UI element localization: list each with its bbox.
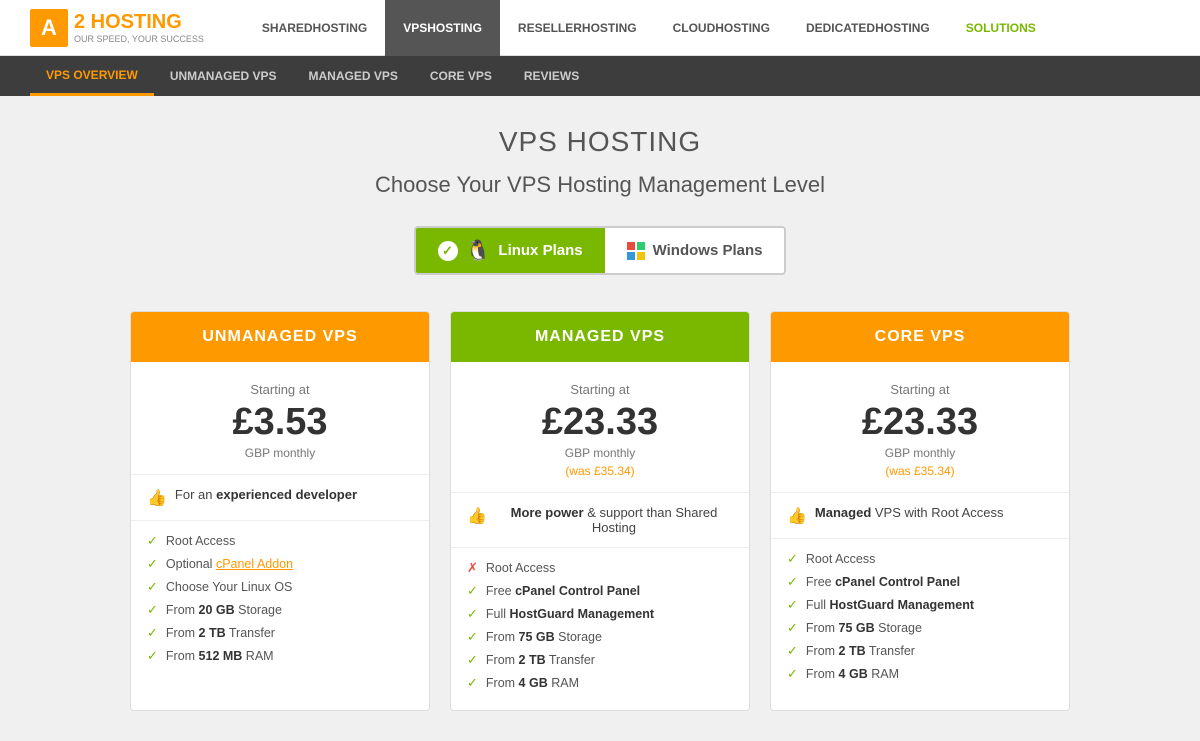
subnav-reviews[interactable]: REVIEWS: [508, 56, 595, 96]
check-icon: ✓: [787, 620, 798, 636]
feature-transfer: ✓ From 2 TB Transfer: [787, 643, 1053, 659]
check-icon: ✓: [467, 652, 478, 668]
sub-navigation: VPS OVERVIEW UNMANAGED VPS MANAGED VPS C…: [0, 56, 1200, 96]
nav-reseller[interactable]: RESELLER HOSTING: [500, 0, 655, 56]
managed-header: MANAGED VPS: [451, 312, 749, 362]
managed-pricing: Starting at £23.33 GBP monthly (was £35.…: [451, 362, 749, 493]
core-price: £23.33: [787, 401, 1053, 444]
core-pricing: Starting at £23.33 GBP monthly (was £35.…: [771, 362, 1069, 493]
subnav-overview[interactable]: VPS OVERVIEW: [30, 56, 154, 96]
managed-highlight: 👍 More power & support than Shared Hosti…: [451, 493, 749, 548]
check-icon: ✓: [787, 551, 798, 567]
check-icon: ✓: [467, 675, 478, 691]
feature-ram: ✓ From 4 GB RAM: [787, 666, 1053, 682]
feature-storage: ✓ From 75 GB Storage: [787, 620, 1053, 636]
feature-transfer: ✓ From 2 TB Transfer: [467, 652, 733, 668]
windows-plans-button[interactable]: Windows Plans: [605, 228, 785, 273]
nav-solutions[interactable]: SOLUTIONS: [948, 0, 1054, 56]
unmanaged-pricing: Starting at £3.53 GBP monthly: [131, 362, 429, 475]
feature-cpanel: ✓ Free cPanel Control Panel: [787, 574, 1053, 590]
check-icon: ✓: [787, 643, 798, 659]
check-icon: ✓: [147, 625, 158, 641]
nav-shared[interactable]: SHARED HOSTING: [244, 0, 385, 56]
feature-root-access: ✗ Root Access: [467, 560, 733, 576]
check-icon: ✓: [147, 556, 158, 572]
managed-price: £23.33: [467, 401, 733, 444]
check-icon: ✓: [787, 574, 798, 590]
managed-was-price: (was £35.34): [467, 464, 733, 478]
logo-icon: A: [30, 9, 68, 47]
check-icon: ✓: [147, 602, 158, 618]
check-icon: ✓: [787, 597, 798, 613]
page-title: VPS HOSTING: [120, 126, 1080, 158]
x-icon: ✗: [467, 560, 478, 576]
core-vps-card: CORE VPS Starting at £23.33 GBP monthly …: [770, 311, 1070, 711]
feature-cpanel: ✓ Optional cPanel Addon: [147, 556, 413, 572]
windows-label: Windows Plans: [653, 242, 763, 259]
starting-at-label: Starting at: [787, 382, 1053, 397]
nav-vps[interactable]: VPS HOSTING: [385, 0, 500, 56]
check-icon: ✓: [147, 579, 158, 595]
brand-tagline: OUR SPEED, YOUR SUCCESS: [74, 34, 204, 44]
managed-features: ✗ Root Access ✓ Free cPanel Control Pane…: [451, 548, 749, 710]
feature-hostguard: ✓ Full HostGuard Management: [467, 606, 733, 622]
feature-linux-os: ✓ Choose Your Linux OS: [147, 579, 413, 595]
nav-cloud[interactable]: CLOUD HOSTING: [655, 0, 788, 56]
feature-transfer: ✓ From 2 TB Transfer: [147, 625, 413, 641]
unmanaged-header: UNMANAGED VPS: [131, 312, 429, 362]
unmanaged-price: £3.53: [147, 401, 413, 444]
brand-name: 2 HOSTING: [74, 11, 204, 34]
check-icon: ✓: [467, 606, 478, 622]
core-was-price: (was £35.34): [787, 464, 1053, 478]
feature-root-access: ✓ Root Access: [787, 551, 1053, 567]
starting-at-label: Starting at: [467, 382, 733, 397]
feature-storage: ✓ From 20 GB Storage: [147, 602, 413, 618]
unmanaged-highlight: 👍 For an experienced developer: [131, 475, 429, 521]
check-icon: ✓: [147, 648, 158, 664]
unmanaged-features: ✓ Root Access ✓ Optional cPanel Addon ✓ …: [131, 521, 429, 683]
linux-icon: 🐧: [466, 238, 491, 263]
managed-vps-card: MANAGED VPS Starting at £23.33 GBP month…: [450, 311, 750, 711]
feature-root-access: ✓ Root Access: [147, 533, 413, 549]
thumbs-up-icon: 👍: [787, 506, 807, 526]
thumbs-up-icon: 👍: [467, 506, 487, 526]
core-period: GBP monthly: [787, 446, 1053, 460]
subnav-core[interactable]: CORE VPS: [414, 56, 508, 96]
plan-toggle: ✓ 🐧 Linux Plans Windows Plans: [414, 226, 787, 275]
subnav-unmanaged[interactable]: UNMANAGED VPS: [154, 56, 293, 96]
main-nav: SHARED HOSTING VPS HOSTING RESELLER HOST…: [244, 0, 1054, 56]
check-icon: ✓: [467, 629, 478, 645]
check-icon: ✓: [438, 241, 458, 261]
unmanaged-vps-card: UNMANAGED VPS Starting at £3.53 GBP mont…: [130, 311, 430, 711]
subnav-managed[interactable]: MANAGED VPS: [293, 56, 414, 96]
check-icon: ✓: [467, 583, 478, 599]
page-subtitle: Choose Your VPS Hosting Management Level: [120, 172, 1080, 198]
unmanaged-period: GBP monthly: [147, 446, 413, 460]
feature-cpanel: ✓ Free cPanel Control Panel: [467, 583, 733, 599]
nav-dedicated[interactable]: DEDICATED HOSTING: [788, 0, 948, 56]
plans-row: UNMANAGED VPS Starting at £3.53 GBP mont…: [120, 311, 1080, 711]
top-navigation: A 2 HOSTING OUR SPEED, YOUR SUCCESS SHAR…: [0, 0, 1200, 56]
managed-period: GBP monthly: [467, 446, 733, 460]
feature-hostguard: ✓ Full HostGuard Management: [787, 597, 1053, 613]
main-content: VPS HOSTING Choose Your VPS Hosting Mana…: [100, 96, 1100, 741]
check-icon: ✓: [787, 666, 798, 682]
linux-label: Linux Plans: [498, 242, 582, 259]
starting-at-label: Starting at: [147, 382, 413, 397]
linux-plans-button[interactable]: ✓ 🐧 Linux Plans: [416, 228, 605, 273]
feature-ram: ✓ From 512 MB RAM: [147, 648, 413, 664]
windows-icon: [627, 242, 645, 260]
thumbs-up-icon: 👍: [147, 488, 167, 508]
logo[interactable]: A 2 HOSTING OUR SPEED, YOUR SUCCESS: [30, 9, 204, 47]
feature-storage: ✓ From 75 GB Storage: [467, 629, 733, 645]
core-features: ✓ Root Access ✓ Free cPanel Control Pane…: [771, 539, 1069, 701]
feature-ram: ✓ From 4 GB RAM: [467, 675, 733, 691]
core-header: CORE VPS: [771, 312, 1069, 362]
core-highlight: 👍 Managed VPS with Root Access: [771, 493, 1069, 539]
check-icon: ✓: [147, 533, 158, 549]
